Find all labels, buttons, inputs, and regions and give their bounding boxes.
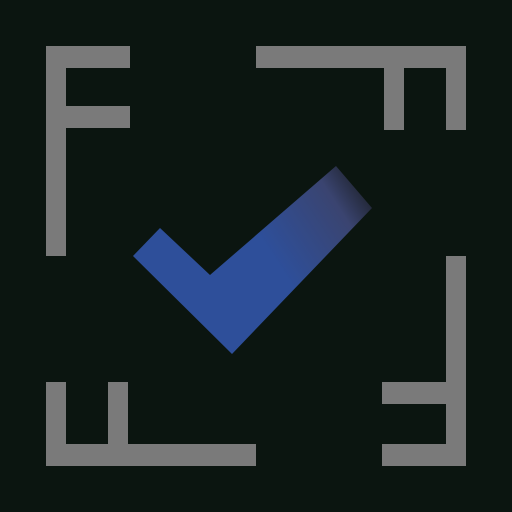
- logo-svg: [0, 0, 512, 512]
- logo-canvas: [0, 0, 512, 512]
